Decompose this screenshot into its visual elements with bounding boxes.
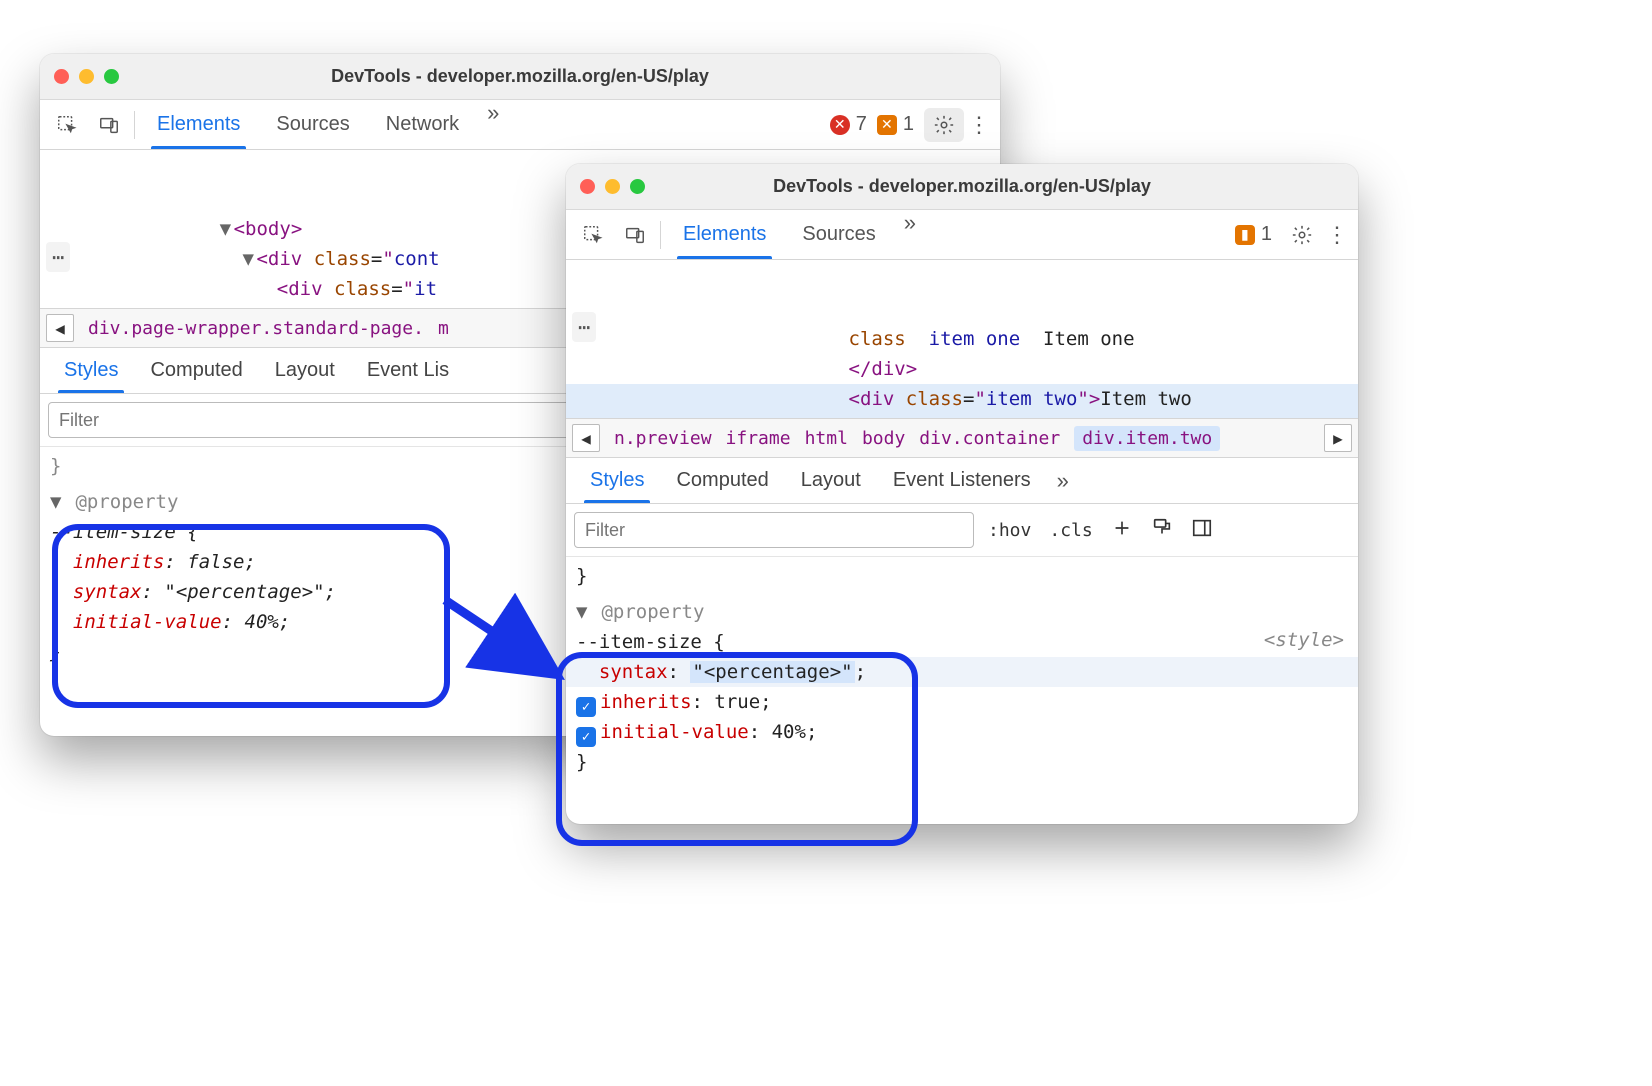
- property-enabled-checkbox[interactable]: [576, 727, 596, 747]
- paint-icon[interactable]: [1147, 517, 1177, 544]
- subtab-layout[interactable]: Layout: [785, 458, 877, 503]
- tab-elements[interactable]: Elements: [139, 100, 258, 149]
- window-title: DevTools - developer.mozilla.org/en-US/p…: [40, 66, 1000, 87]
- breadcrumb-item[interactable]: html: [805, 428, 848, 449]
- breadcrumb-item[interactable]: iframe: [726, 428, 791, 449]
- breadcrumb-item[interactable]: div.container: [919, 428, 1060, 449]
- css-property[interactable]: inherits: [600, 691, 692, 713]
- rule-close-brace: }: [576, 561, 1348, 591]
- device-toolbar-icon[interactable]: [88, 114, 130, 136]
- kebab-menu-icon[interactable]: ⋮: [1322, 222, 1352, 248]
- breadcrumb-item[interactable]: m: [438, 318, 449, 339]
- at-property-header: @property: [75, 491, 178, 513]
- titlebar: DevTools - developer.mozilla.org/en-US/p…: [40, 54, 1000, 100]
- breadcrumb-item-selected[interactable]: div.item.two: [1074, 426, 1220, 451]
- subtab-event-listeners[interactable]: Event Lis: [351, 348, 465, 393]
- more-tabs-icon[interactable]: »: [477, 100, 509, 149]
- new-style-rule-icon[interactable]: [1107, 517, 1137, 544]
- subtab-event-listeners[interactable]: Event Listeners: [877, 458, 1047, 503]
- expand-collapsed-icon[interactable]: ⋯: [572, 312, 596, 342]
- breadcrumb-scroll-left-icon[interactable]: ◀: [572, 424, 600, 452]
- breadcrumb-item[interactable]: div.page-wrapper.standard-page.: [88, 318, 424, 339]
- minimize-window-icon[interactable]: [605, 179, 620, 194]
- maximize-window-icon[interactable]: [630, 179, 645, 194]
- subtab-computed[interactable]: Computed: [660, 458, 784, 503]
- warning-count: 1: [1261, 223, 1272, 246]
- breadcrumb: ◀ n.preview iframe html body div.contain…: [566, 418, 1358, 458]
- inspect-element-icon[interactable]: [46, 114, 88, 136]
- tab-sources[interactable]: Sources: [784, 210, 893, 259]
- css-value[interactable]: true: [714, 691, 760, 713]
- hov-toggle[interactable]: :hov: [984, 520, 1035, 541]
- traffic-lights: [54, 69, 119, 84]
- subtab-layout[interactable]: Layout: [259, 348, 351, 393]
- error-count: 7: [856, 113, 867, 136]
- tab-sources[interactable]: Sources: [258, 100, 367, 149]
- warning-icon: ▮: [1235, 225, 1255, 245]
- warning-badge[interactable]: ✕ 1: [877, 113, 914, 136]
- style-source-link[interactable]: <style>: [1264, 625, 1344, 655]
- error-icon: ✕: [830, 115, 850, 135]
- more-tabs-icon[interactable]: »: [894, 210, 926, 259]
- subtab-computed[interactable]: Computed: [134, 348, 258, 393]
- traffic-lights: [580, 179, 645, 194]
- toolbar-divider: [660, 221, 661, 249]
- expand-collapsed-icon[interactable]: ⋯: [46, 242, 70, 272]
- kebab-menu-icon[interactable]: ⋮: [964, 112, 994, 138]
- rule-selector: --item-size {: [576, 631, 725, 653]
- error-badge[interactable]: ✕ 7: [830, 113, 867, 136]
- rule-close-brace: }: [50, 641, 61, 663]
- css-property[interactable]: initial-value: [600, 721, 749, 743]
- css-property[interactable]: inherits: [73, 551, 165, 573]
- inspect-element-icon[interactable]: [572, 224, 614, 246]
- titlebar: DevTools - developer.mozilla.org/en-US/p…: [566, 164, 1358, 210]
- css-value[interactable]: 40%: [772, 721, 806, 743]
- warning-badge[interactable]: ▮ 1: [1235, 223, 1272, 246]
- subtab-styles[interactable]: Styles: [48, 348, 134, 393]
- css-property[interactable]: syntax: [599, 661, 668, 683]
- cls-toggle[interactable]: .cls: [1045, 520, 1096, 541]
- at-property-header: @property: [601, 601, 704, 623]
- panel-tabs: Elements Sources Network »: [139, 100, 509, 149]
- settings-button[interactable]: [1282, 218, 1322, 252]
- settings-button[interactable]: [924, 108, 964, 142]
- main-toolbar: Elements Sources » ▮ 1 ⋮: [566, 210, 1358, 260]
- warning-count: 1: [903, 113, 914, 136]
- styles-subtabs: Styles Computed Layout Event Listeners »: [566, 458, 1358, 504]
- css-value[interactable]: "<percentage>": [164, 581, 324, 603]
- maximize-window-icon[interactable]: [104, 69, 119, 84]
- panel-tabs: Elements Sources »: [665, 210, 926, 259]
- window-title: DevTools - developer.mozilla.org/en-US/p…: [566, 176, 1358, 197]
- dom-tree[interactable]: ⋯ class item one Item one </div> <div cl…: [566, 260, 1358, 418]
- tab-network[interactable]: Network: [368, 100, 477, 149]
- styles-filter-row: :hov .cls: [566, 504, 1358, 557]
- breadcrumb-scroll-right-icon[interactable]: ▶: [1324, 424, 1352, 452]
- breadcrumb-scroll-left-icon[interactable]: ◀: [46, 314, 74, 342]
- css-value[interactable]: "<percentage>": [690, 661, 854, 683]
- warning-icon: ✕: [877, 115, 897, 135]
- close-window-icon[interactable]: [54, 69, 69, 84]
- computed-sidebar-icon[interactable]: [1187, 517, 1217, 544]
- rule-selector: --item-size {: [50, 521, 199, 543]
- breadcrumb-item[interactable]: n.preview: [614, 428, 712, 449]
- css-value[interactable]: 40%: [245, 611, 279, 633]
- css-property[interactable]: initial-value: [73, 611, 222, 633]
- css-value[interactable]: false: [187, 551, 244, 573]
- device-toolbar-icon[interactable]: [614, 224, 656, 246]
- toolbar-divider: [134, 111, 135, 139]
- breadcrumb-item[interactable]: body: [862, 428, 905, 449]
- property-enabled-checkbox[interactable]: [576, 697, 596, 717]
- css-property[interactable]: syntax: [73, 581, 142, 603]
- rule-close-brace: }: [576, 751, 587, 773]
- subtab-styles[interactable]: Styles: [574, 458, 660, 503]
- close-window-icon[interactable]: [580, 179, 595, 194]
- main-toolbar: Elements Sources Network » ✕ 7 ✕ 1 ⋮: [40, 100, 1000, 150]
- tab-elements[interactable]: Elements: [665, 210, 784, 259]
- devtools-window-front: DevTools - developer.mozilla.org/en-US/p…: [566, 164, 1358, 824]
- more-subtabs-icon[interactable]: »: [1047, 468, 1079, 494]
- minimize-window-icon[interactable]: [79, 69, 94, 84]
- styles-filter-input[interactable]: [574, 512, 974, 548]
- styles-pane[interactable]: } ▼ @property <style> --item-size { synt…: [566, 557, 1358, 824]
